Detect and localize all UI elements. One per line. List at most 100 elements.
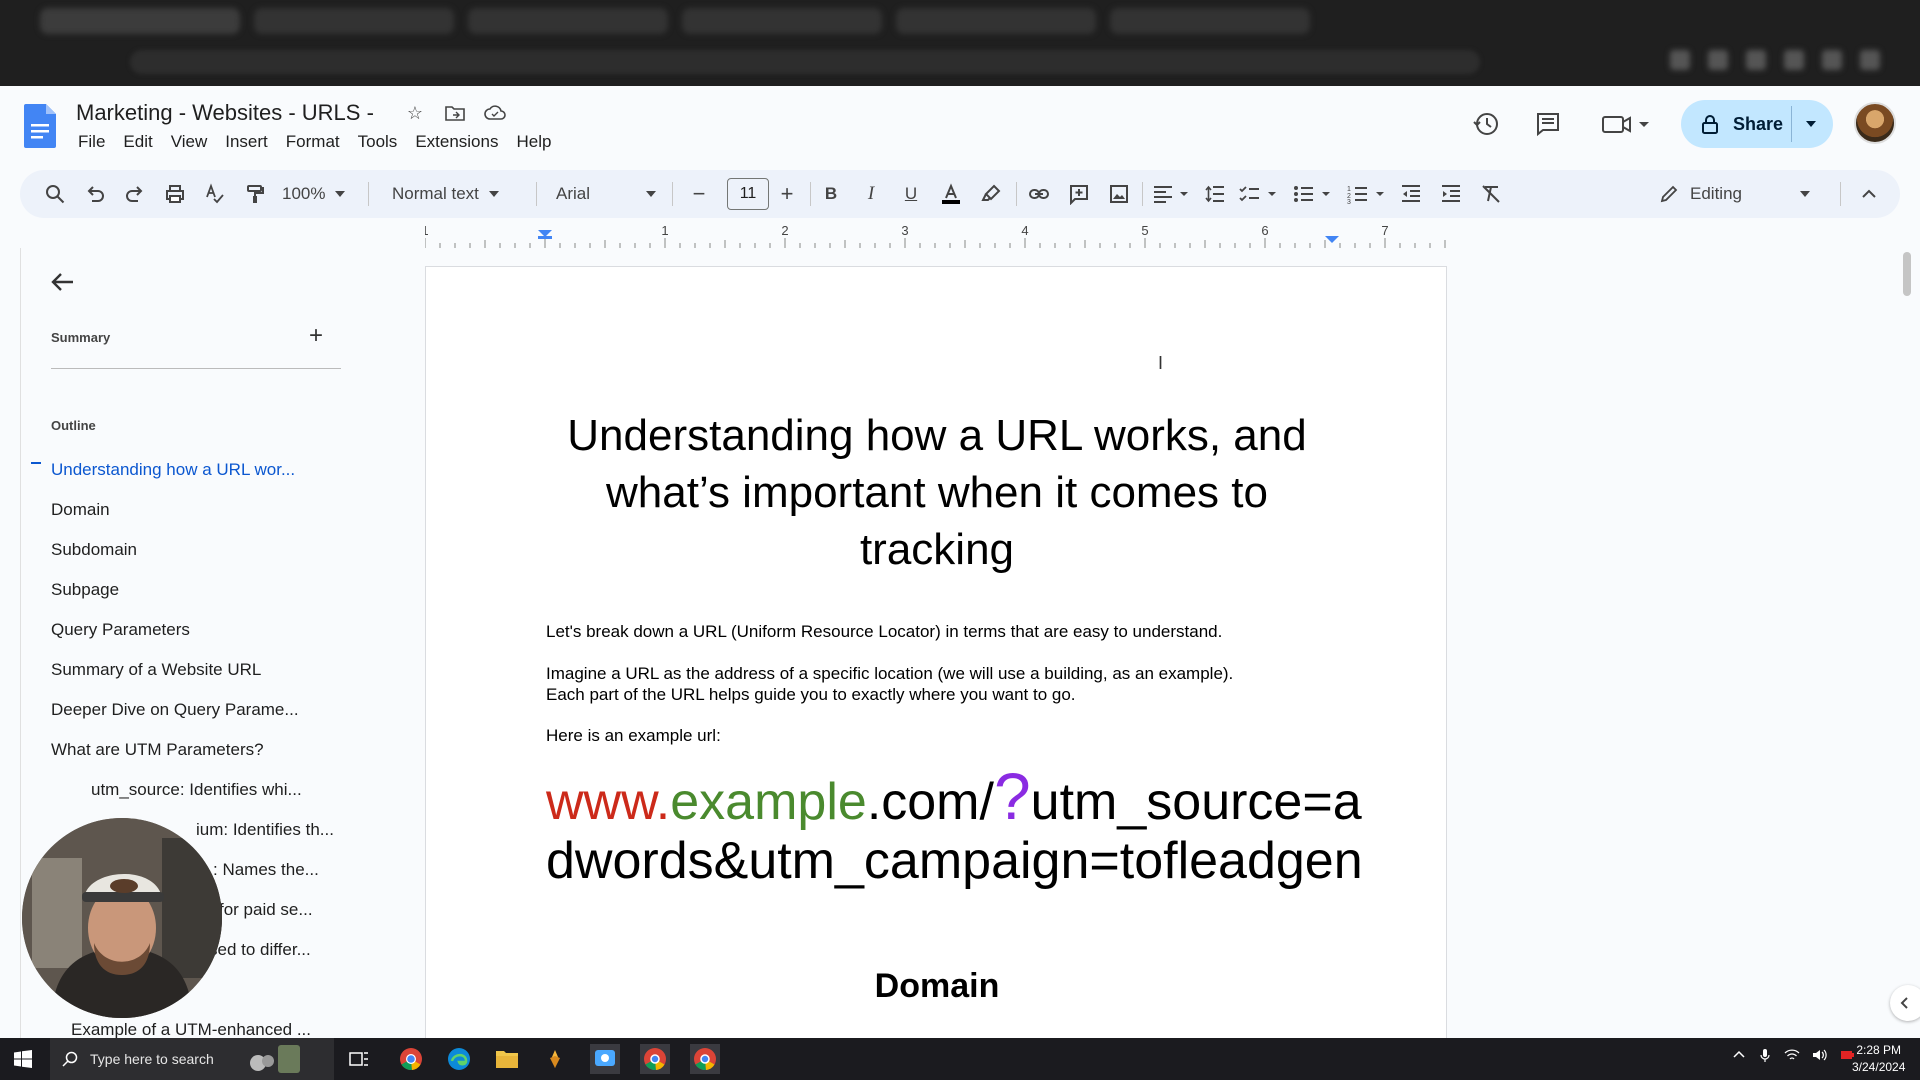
document-heading[interactable]: Understanding how a URL works, and what’…: [426, 407, 1448, 578]
paragraph[interactable]: Here is an example url:: [546, 725, 1346, 746]
outline-subitem[interactable]: Example of a UTM-enhanced ...: [71, 1020, 311, 1040]
checklist-icon[interactable]: [1236, 178, 1282, 210]
left-indent-marker[interactable]: [538, 236, 552, 239]
extension-icon[interactable]: [1860, 50, 1880, 70]
menu-format[interactable]: Format: [286, 132, 349, 152]
menu-file[interactable]: File: [78, 132, 114, 152]
chrome-icon[interactable]: [396, 1044, 426, 1074]
meet-icon[interactable]: [1598, 108, 1654, 140]
outline-item[interactable]: Query Parameters: [51, 620, 190, 640]
microphone-icon[interactable]: [1758, 1048, 1772, 1062]
star-icon[interactable]: ☆: [404, 102, 426, 124]
zoom-select[interactable]: 100%: [282, 178, 346, 210]
document-title[interactable]: Marketing - Websites - URLS -: [76, 100, 374, 126]
section-heading[interactable]: Domain: [426, 967, 1448, 1006]
bold-icon[interactable]: B: [816, 178, 846, 210]
underline-icon[interactable]: U: [896, 178, 926, 210]
document-canvas[interactable]: I Understanding how a URL works, and wha…: [350, 248, 1920, 1066]
menu-tools[interactable]: Tools: [358, 132, 407, 152]
outline-item[interactable]: Domain: [51, 500, 110, 520]
editing-mode-select[interactable]: Editing: [1658, 178, 1810, 210]
ruler[interactable]: 1 1 2 3 4 5 6 7: [421, 222, 1447, 248]
windows-start-icon[interactable]: [14, 1050, 32, 1068]
version-history-icon[interactable]: [1470, 108, 1502, 140]
outline-item[interactable]: What are UTM Parameters?: [51, 740, 264, 760]
increase-font-size-icon[interactable]: +: [772, 178, 802, 210]
add-comment-icon[interactable]: [1064, 178, 1094, 210]
bulleted-list-icon[interactable]: [1290, 178, 1336, 210]
recorder-icon[interactable]: [590, 1044, 620, 1074]
chrome-profile-icon[interactable]: [690, 1044, 720, 1074]
outline-item[interactable]: Understanding how a URL wor...: [51, 460, 295, 480]
share-dropdown-icon[interactable]: [1803, 116, 1819, 132]
spellcheck-icon[interactable]: [200, 178, 230, 210]
task-view-icon[interactable]: [344, 1044, 374, 1074]
file-explorer-icon[interactable]: [492, 1044, 522, 1074]
tray-expand-icon[interactable]: [1732, 1048, 1746, 1062]
font-size-input[interactable]: 11: [727, 178, 769, 210]
cloud-saved-icon[interactable]: [484, 102, 506, 124]
example-url[interactable]: www.example.com/?utm_source=adwords&utm_…: [546, 763, 1366, 891]
insert-image-icon[interactable]: [1104, 178, 1134, 210]
font-select[interactable]: Arial: [556, 178, 656, 210]
share-button[interactable]: Share: [1681, 100, 1833, 148]
first-line-indent-marker[interactable]: [538, 230, 552, 237]
side-panel-toggle[interactable]: [1890, 985, 1920, 1021]
menu-insert[interactable]: Insert: [225, 132, 277, 152]
browser-tab[interactable]: [682, 8, 882, 34]
paragraph[interactable]: Let's break down a URL (Uniform Resource…: [546, 621, 1346, 642]
extension-icon[interactable]: [1708, 50, 1728, 70]
extension-icon[interactable]: [1670, 50, 1690, 70]
wifi-icon[interactable]: [1784, 1048, 1800, 1062]
extension-icon[interactable]: [1822, 50, 1842, 70]
avatar[interactable]: [1854, 102, 1896, 144]
extension-icon[interactable]: [1746, 50, 1766, 70]
insert-link-icon[interactable]: [1024, 178, 1054, 210]
numbered-list-icon[interactable]: 123: [1344, 178, 1390, 210]
comments-icon[interactable]: [1532, 108, 1564, 140]
taskbar-clock[interactable]: 2:28 PM 3/24/2024: [1852, 1042, 1905, 1076]
paint-format-icon[interactable]: [240, 178, 270, 210]
vertical-scrollbar[interactable]: [1903, 252, 1911, 296]
highlight-color-icon[interactable]: [976, 178, 1006, 210]
volume-icon[interactable]: [1812, 1048, 1828, 1062]
menu-view[interactable]: View: [171, 132, 217, 152]
increase-indent-icon[interactable]: [1436, 178, 1466, 210]
browser-tab[interactable]: [468, 8, 668, 34]
text-color-icon[interactable]: [934, 178, 968, 210]
menu-extensions[interactable]: Extensions: [415, 132, 507, 152]
outline-subitem[interactable]: for paid se...: [219, 900, 313, 920]
browser-tab[interactable]: [1110, 8, 1310, 34]
app-icon[interactable]: [540, 1044, 570, 1074]
browser-tab[interactable]: [896, 8, 1096, 34]
chrome-profile-icon[interactable]: [640, 1044, 670, 1074]
search-menus-icon[interactable]: [40, 178, 70, 210]
outline-subitem[interactable]: ium: Identifies th...: [196, 820, 334, 840]
decrease-font-size-icon[interactable]: −: [684, 178, 714, 210]
outline-item[interactable]: Subpage: [51, 580, 119, 600]
back-arrow-icon[interactable]: [49, 268, 77, 296]
outline-item[interactable]: Summary of a Website URL: [51, 660, 261, 680]
clear-formatting-icon[interactable]: [1476, 178, 1506, 210]
taskbar-search[interactable]: Type here to search: [50, 1038, 334, 1080]
docs-logo-icon[interactable]: [24, 104, 56, 148]
add-summary-icon[interactable]: +: [309, 322, 323, 350]
paragraph[interactable]: Imagine a URL as the address of a specif…: [546, 663, 1346, 705]
print-icon[interactable]: [160, 178, 190, 210]
outline-subitem[interactable]: sed to differ...: [209, 940, 311, 960]
align-icon[interactable]: [1150, 178, 1194, 210]
right-indent-marker[interactable]: [1325, 236, 1339, 243]
extension-icon[interactable]: [1784, 50, 1804, 70]
browser-tab[interactable]: [40, 8, 240, 34]
menu-help[interactable]: Help: [516, 132, 560, 152]
outline-item[interactable]: Subdomain: [51, 540, 137, 560]
undo-icon[interactable]: [80, 178, 110, 210]
decrease-indent-icon[interactable]: [1396, 178, 1426, 210]
italic-icon[interactable]: I: [856, 178, 886, 210]
redo-icon[interactable]: [120, 178, 150, 210]
address-bar[interactable]: [130, 50, 1480, 74]
outline-subitem[interactable]: : Names the...: [213, 860, 319, 880]
outline-item[interactable]: Deeper Dive on Query Parame...: [51, 700, 299, 720]
menu-edit[interactable]: Edit: [123, 132, 161, 152]
document-page[interactable]: I Understanding how a URL works, and wha…: [425, 266, 1447, 1066]
